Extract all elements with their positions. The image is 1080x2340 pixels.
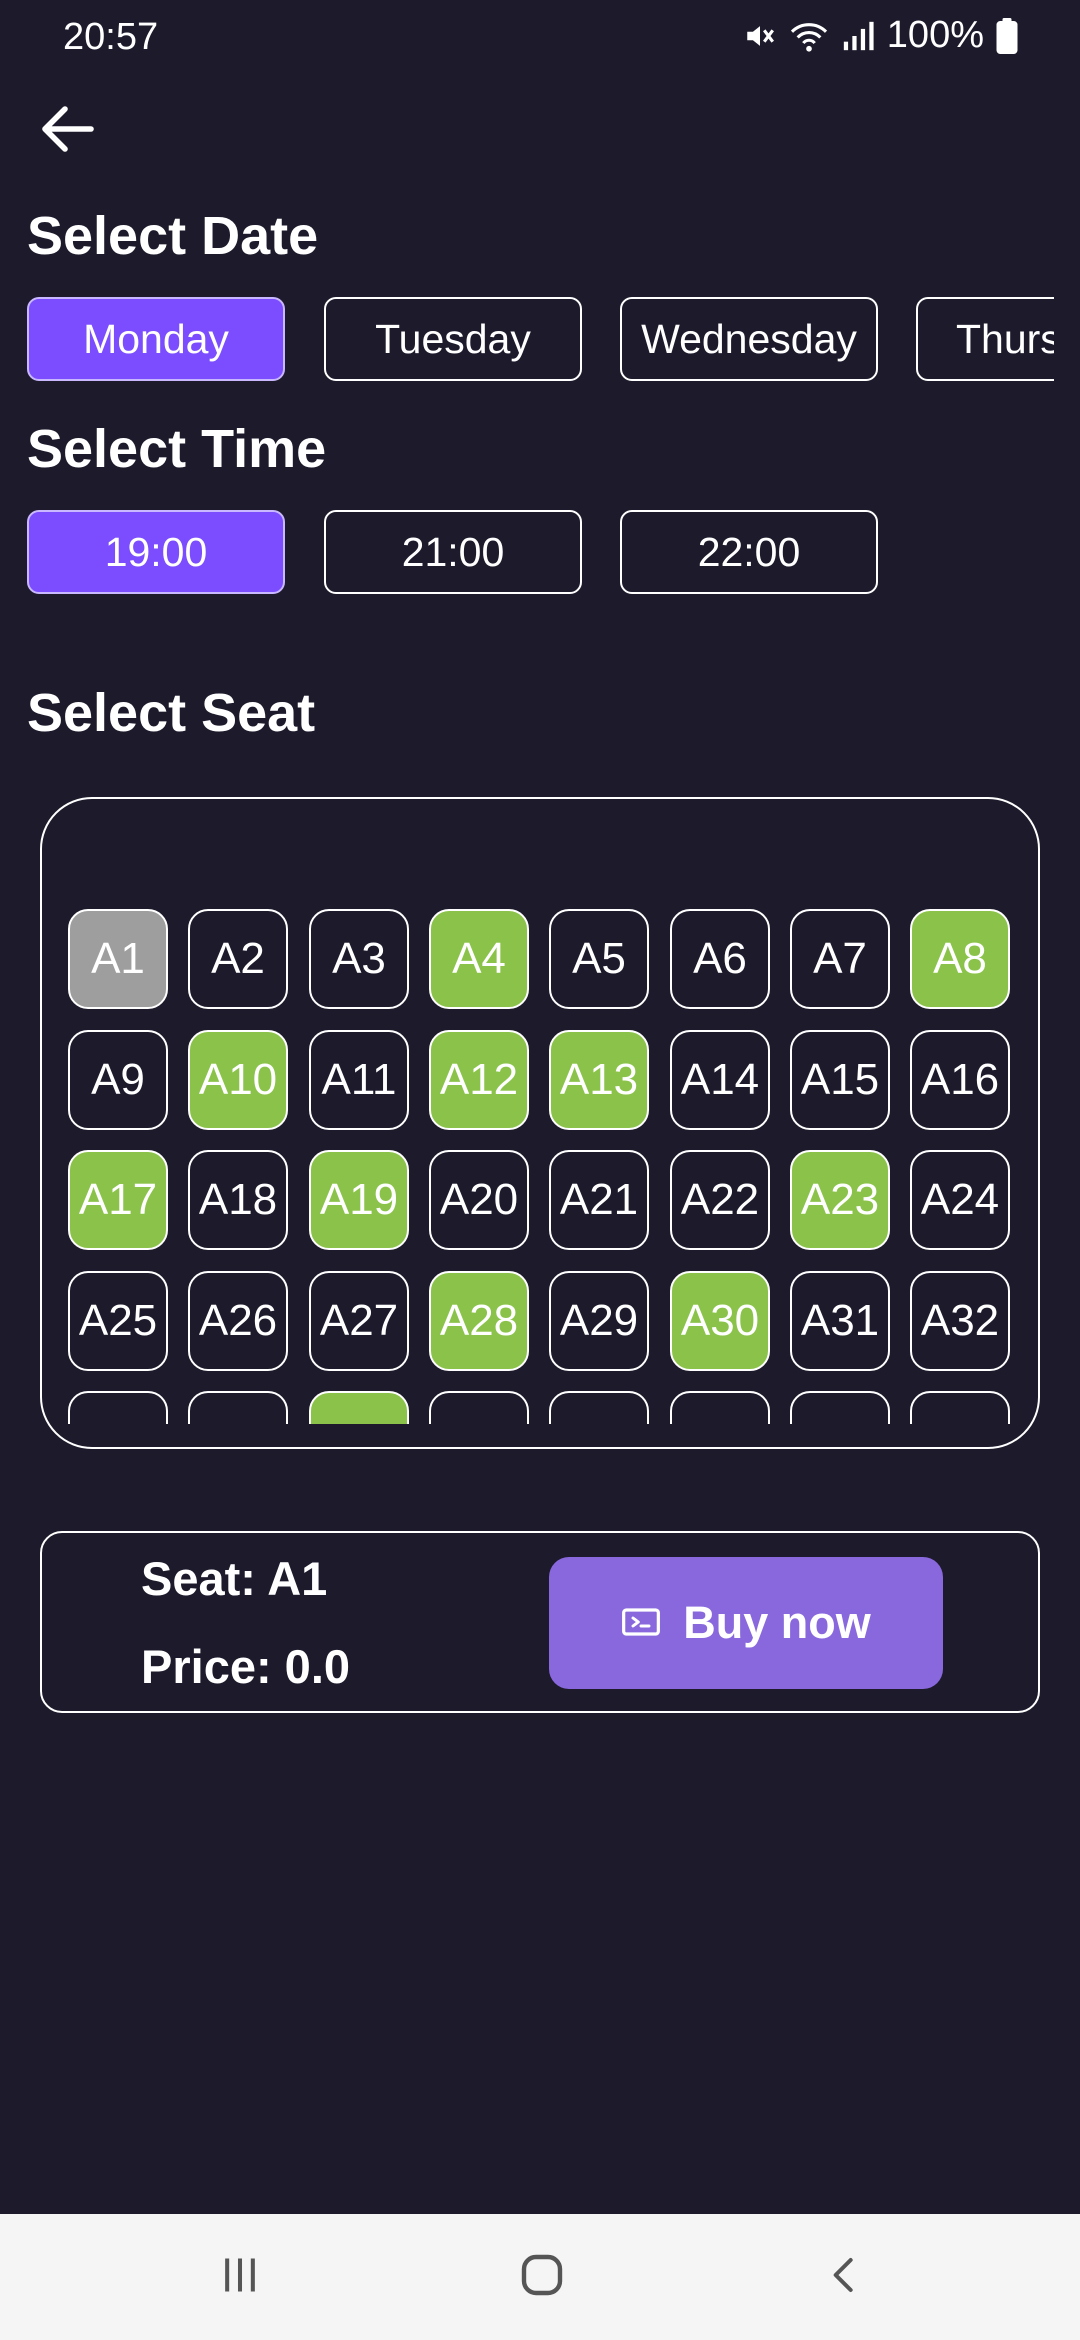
- seat[interactable]: A20: [429, 1150, 529, 1250]
- back-button[interactable]: [30, 98, 104, 164]
- seat[interactable]: [549, 1391, 649, 1424]
- seat[interactable]: A18: [188, 1150, 288, 1250]
- seat[interactable]: A25: [68, 1271, 168, 1371]
- buy-now-label: Buy now: [683, 1597, 871, 1648]
- wifi-icon: [789, 19, 829, 53]
- recent-apps-button[interactable]: [200, 2242, 280, 2312]
- seat[interactable]: A29: [549, 1271, 649, 1371]
- seat[interactable]: A1: [68, 909, 168, 1009]
- seat[interactable]: A4: [429, 909, 529, 1009]
- seat[interactable]: A19: [309, 1150, 409, 1250]
- seat[interactable]: A31: [790, 1271, 890, 1371]
- seat[interactable]: A32: [910, 1271, 1010, 1371]
- status-time: 20:57: [63, 16, 159, 58]
- seat[interactable]: A7: [790, 909, 890, 1009]
- seat[interactable]: [670, 1391, 770, 1424]
- time-selector: 19:00 21:00 22:00: [27, 510, 1054, 596]
- system-nav-bar: [0, 2214, 1080, 2340]
- date-option-tuesday[interactable]: Tuesday: [324, 297, 582, 381]
- time-section-title: Select Time: [27, 419, 327, 479]
- mute-icon: [743, 19, 777, 53]
- time-option-2200[interactable]: 22:00: [620, 510, 878, 594]
- seat[interactable]: [429, 1391, 529, 1424]
- date-option-thursday[interactable]: Thurs: [916, 297, 1054, 381]
- home-icon: [518, 2251, 566, 2304]
- back-icon: [824, 2253, 864, 2302]
- date-section-title: Select Date: [27, 206, 319, 266]
- seat-section-title: Select Seat: [27, 683, 316, 743]
- price-label: Price: 0.0: [141, 1640, 351, 1693]
- seat[interactable]: [68, 1391, 168, 1424]
- seat[interactable]: A12: [429, 1030, 529, 1130]
- system-back-button[interactable]: [804, 2242, 884, 2312]
- seat[interactable]: A27: [309, 1271, 409, 1371]
- seat[interactable]: A5: [549, 909, 649, 1009]
- seat[interactable]: A23: [790, 1150, 890, 1250]
- ticket-icon: [621, 1597, 661, 1649]
- battery-percent: 100%: [886, 14, 984, 56]
- date-option-wednesday[interactable]: Wednesday: [620, 297, 878, 381]
- seat[interactable]: [188, 1391, 288, 1424]
- time-option-2100[interactable]: 21:00: [324, 510, 582, 594]
- seat[interactable]: A9: [68, 1030, 168, 1130]
- date-option-monday[interactable]: Monday: [27, 297, 285, 381]
- seat[interactable]: A17: [68, 1150, 168, 1250]
- back-arrow-icon: [39, 103, 95, 160]
- seat[interactable]: A22: [670, 1150, 770, 1250]
- seat-scroll-area[interactable]: A1 A2 A3 A4 A5 A6 A7 A8 A9 A10 A11 A12 A13 A14 A15 A16 A…: [68, 799, 1018, 1424]
- seat[interactable]: A8: [910, 909, 1010, 1009]
- seat[interactable]: A16: [910, 1030, 1010, 1130]
- battery-icon: [996, 17, 1018, 54]
- status-icons: 100%: [743, 14, 1018, 57]
- recent-apps-icon: [218, 2253, 262, 2302]
- signal-icon: [841, 19, 875, 53]
- date-selector: Monday Tuesday Wednesday Thurs: [27, 297, 1054, 383]
- seat[interactable]: A10: [188, 1030, 288, 1130]
- status-bar: 20:57 100%: [0, 0, 1080, 80]
- seat[interactable]: A3: [309, 909, 409, 1009]
- seat[interactable]: [790, 1391, 890, 1424]
- time-option-1900[interactable]: 19:00: [27, 510, 285, 594]
- seat[interactable]: A13: [549, 1030, 649, 1130]
- seat[interactable]: A30: [670, 1271, 770, 1371]
- home-button[interactable]: [502, 2242, 582, 2312]
- seat[interactable]: A11: [309, 1030, 409, 1130]
- seat[interactable]: A2: [188, 909, 288, 1009]
- selected-seat-label: Seat: A1: [141, 1552, 328, 1605]
- seat[interactable]: A15: [790, 1030, 890, 1130]
- seat[interactable]: [309, 1391, 409, 1424]
- seat[interactable]: A28: [429, 1271, 529, 1371]
- order-summary: Seat: A1 Price: 0.0 Buy now: [40, 1531, 1040, 1713]
- seat[interactable]: A26: [188, 1271, 288, 1371]
- seat[interactable]: A6: [670, 909, 770, 1009]
- buy-now-button[interactable]: Buy now: [549, 1557, 943, 1689]
- seat[interactable]: A21: [549, 1150, 649, 1250]
- seat-map: A1 A2 A3 A4 A5 A6 A7 A8 A9 A10 A11 A12 A13 A14 A15 A16 A…: [40, 797, 1040, 1449]
- seat[interactable]: A24: [910, 1150, 1010, 1250]
- seat[interactable]: [910, 1391, 1010, 1424]
- seat[interactable]: A14: [670, 1030, 770, 1130]
